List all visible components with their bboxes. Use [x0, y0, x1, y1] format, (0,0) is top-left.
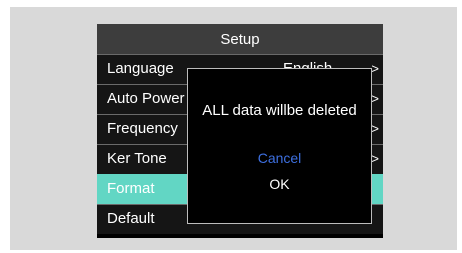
chevron-right-icon: > [371, 121, 379, 136]
menu-item-label: Format [107, 180, 155, 197]
menu-item-label: Frequency [107, 120, 178, 137]
menu-item-label: Ker Tone [107, 150, 167, 167]
cancel-button[interactable]: Cancel [188, 150, 371, 166]
confirm-format-dialog: ALL data willbe deleted Cancel OK [187, 68, 372, 224]
chevron-right-icon: > [371, 61, 379, 76]
dialog-message: ALL data willbe deleted [202, 102, 357, 119]
ok-button[interactable]: OK [188, 176, 371, 192]
menu-item-label: Default [107, 210, 155, 227]
screen-title: Setup [97, 24, 383, 54]
chevron-right-icon: > [371, 151, 379, 166]
chevron-right-icon: > [371, 91, 379, 106]
menu-item-label: Language [107, 60, 174, 77]
